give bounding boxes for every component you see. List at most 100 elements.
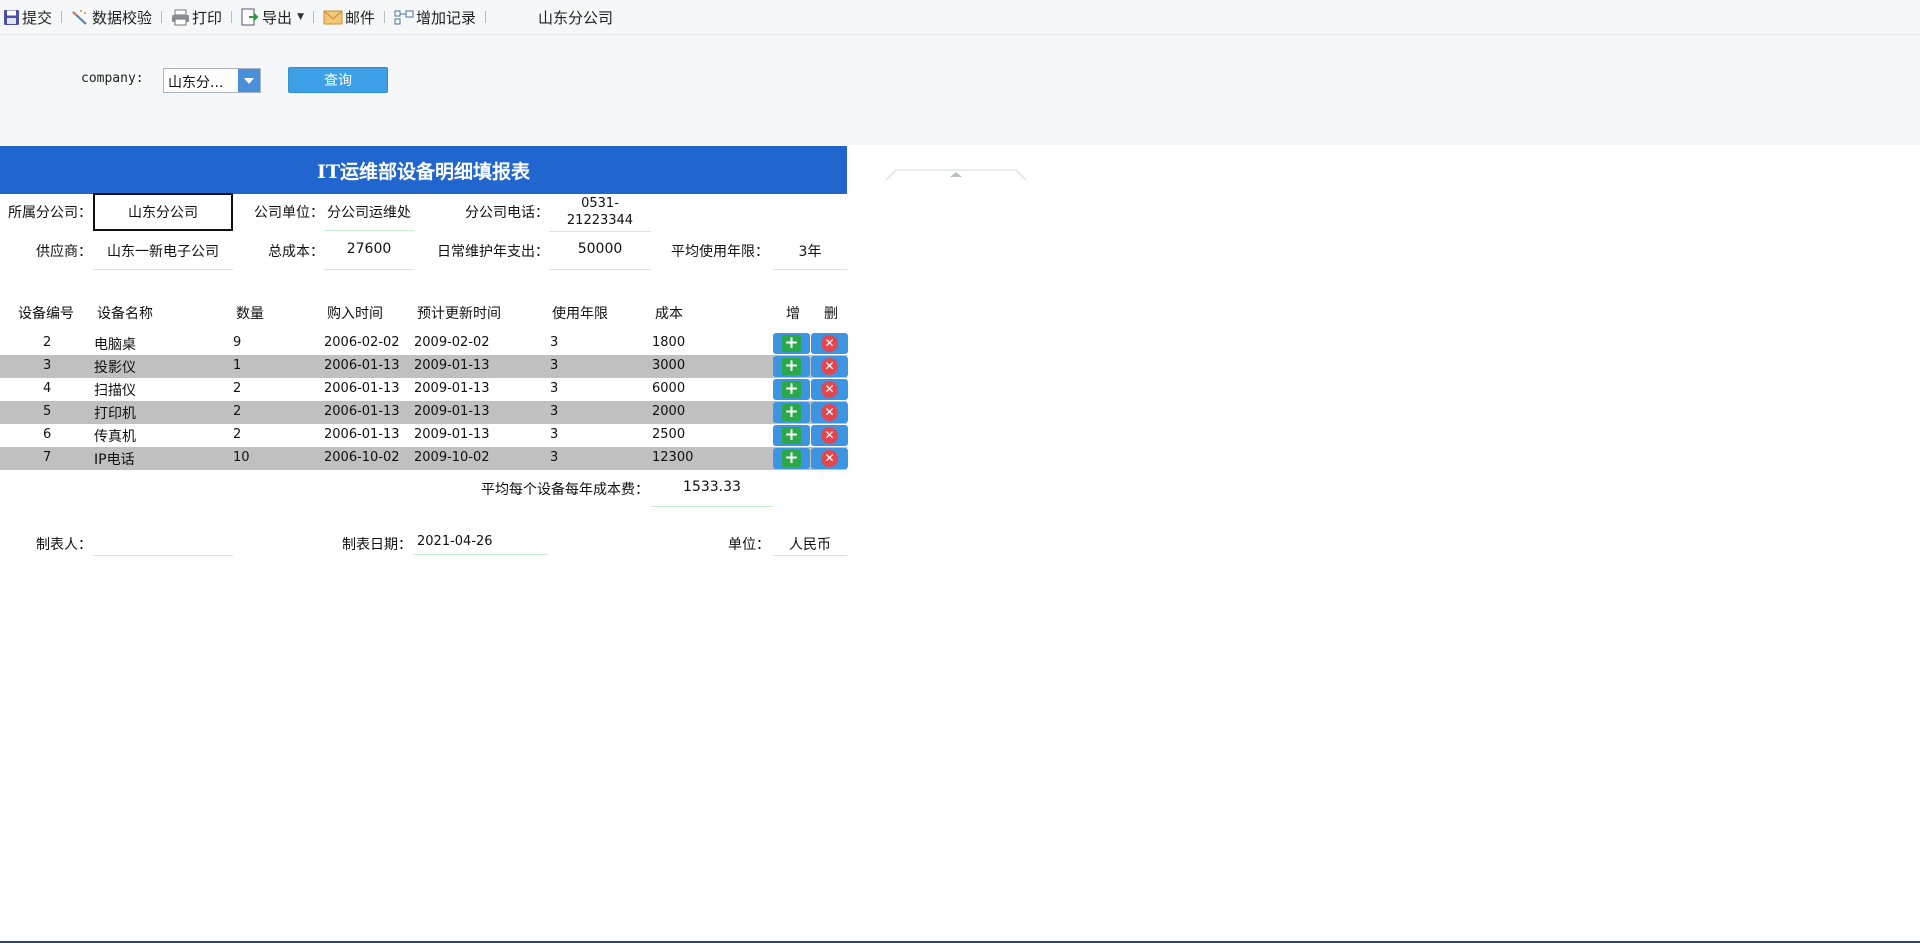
table-row: 6 传真机 2 2006-01-13 2009-01-13 3 2500 + ✕ (0, 424, 848, 447)
avg-years-label: 平均使用年限： (671, 244, 769, 260)
table-row: 4 扫描仪 2 2006-01-13 2009-01-13 3 6000 + ✕ (0, 378, 848, 401)
row-delete-button[interactable]: ✕ (811, 379, 848, 400)
cell-purchase: 2006-01-13 (324, 381, 400, 396)
company-select-value: 山东分... (168, 75, 224, 91)
chevron-down-icon: ▼ (297, 12, 304, 22)
row-add-button[interactable]: + (773, 402, 810, 423)
cell-id: 4 (43, 381, 52, 396)
currency-field[interactable]: 人民币 (773, 534, 847, 556)
row-add-button[interactable]: + (773, 425, 810, 446)
column-header-id: 设备编号 (18, 306, 74, 322)
mail-button[interactable]: 邮件 (320, 6, 378, 28)
avg-cost-label: 平均每个设备每年成本费： (481, 482, 649, 498)
column-header-renew: 预计更新时间 (417, 306, 501, 322)
toolbar: 提交 数据校验 打印 导出 ▼ 邮件 增加记录 山东分公司 (0, 0, 1920, 35)
toolbar-divider (61, 11, 63, 23)
column-header-delete: 删 (824, 306, 838, 322)
report-title: IT运维部设备明细填报表 (0, 146, 847, 194)
cell-qty: 9 (233, 335, 242, 350)
maintenance-field[interactable]: 50000 (549, 241, 651, 270)
plus-icon: + (782, 381, 801, 398)
unit-label: 公司单位： (254, 205, 324, 221)
cell-id: 5 (43, 404, 52, 419)
cell-qty: 2 (233, 381, 242, 396)
cell-cost: 6000 (652, 381, 686, 396)
company-label: company: (81, 71, 144, 86)
toolbar-divider (485, 11, 487, 23)
row-delete-button[interactable]: ✕ (811, 333, 848, 354)
export-button[interactable]: 导出 ▼ (238, 6, 307, 28)
cell-renew: 2009-01-13 (414, 358, 490, 373)
cell-name: 传真机 (94, 429, 136, 445)
cell-years: 3 (550, 358, 559, 373)
cell-years: 3 (550, 381, 559, 396)
cell-years: 3 (550, 404, 559, 419)
print-button[interactable]: 打印 (168, 6, 225, 28)
validate-label: 数据校验 (92, 8, 153, 27)
toolbar-divider (312, 11, 314, 23)
row-delete-button[interactable]: ✕ (811, 425, 848, 446)
cell-purchase: 2006-01-13 (324, 404, 400, 419)
table-row: 5 打印机 2 2006-01-13 2009-01-13 3 2000 + ✕ (0, 401, 848, 424)
cell-years: 3 (550, 450, 559, 465)
table-row: 3 投影仪 1 2006-01-13 2009-01-13 3 3000 + ✕ (0, 355, 848, 378)
add-record-button[interactable]: 增加记录 (391, 6, 479, 28)
row-delete-button[interactable]: ✕ (811, 402, 848, 423)
submit-label: 提交 (22, 8, 53, 27)
cell-renew: 2009-01-13 (414, 381, 490, 396)
cell-name: IP电话 (94, 452, 135, 468)
cell-years: 3 (550, 335, 559, 350)
branch-field[interactable]: 山东分公司 (93, 193, 233, 231)
company-select[interactable]: 山东分... (163, 68, 261, 93)
table-row: 7 IP电话 10 2006-10-02 2009-10-02 3 12300 … (0, 447, 848, 470)
row-delete-button[interactable]: ✕ (811, 448, 848, 469)
supplier-field[interactable]: 山东一新电子公司 (93, 241, 233, 270)
row-add-button[interactable]: + (773, 333, 810, 354)
toolbar-divider (231, 11, 233, 23)
close-icon: ✕ (821, 427, 838, 444)
validate-button[interactable]: 数据校验 (68, 6, 155, 28)
collapse-panel-handle[interactable] (886, 169, 1026, 180)
submit-button[interactable]: 提交 (0, 6, 55, 28)
row-delete-button[interactable]: ✕ (811, 356, 848, 377)
row-add-button[interactable]: + (773, 448, 810, 469)
plus-icon: + (782, 404, 801, 421)
currency-label: 单位： (728, 537, 770, 553)
printer-icon (172, 9, 190, 25)
phone-field[interactable]: 0531-21223344 (549, 195, 651, 232)
add-record-label: 增加记录 (416, 8, 477, 27)
row-add-button[interactable]: + (773, 379, 810, 400)
cell-name: 扫描仪 (94, 383, 136, 399)
print-label: 打印 (192, 8, 223, 27)
column-header-cost: 成本 (655, 306, 683, 322)
total-cost-field[interactable]: 27600 (324, 241, 414, 270)
maker-label: 制表人： (36, 537, 92, 553)
avg-years-field[interactable]: 3年 (773, 241, 847, 270)
row-add-button[interactable]: + (773, 356, 810, 377)
cell-id: 3 (43, 358, 52, 373)
query-button[interactable]: 查询 (288, 67, 388, 93)
avg-cost-field[interactable]: 1533.33 (651, 479, 773, 507)
dropdown-arrow-icon[interactable] (238, 69, 260, 92)
cell-cost: 2500 (652, 427, 686, 442)
mail-icon (323, 10, 343, 24)
maintenance-label: 日常维护年支出： (437, 244, 549, 260)
date-field[interactable]: 2021-04-26 (413, 534, 548, 555)
phone-label: 分公司电话： (465, 205, 549, 221)
plus-icon: + (782, 450, 801, 467)
plus-icon: + (782, 358, 801, 375)
date-label: 制表日期： (342, 537, 412, 553)
unit-field[interactable]: 分公司运维处 (324, 202, 414, 231)
close-icon: ✕ (821, 358, 838, 375)
maker-field[interactable] (93, 534, 233, 556)
cell-name: 投影仪 (94, 360, 136, 376)
cell-purchase: 2006-02-02 (324, 335, 400, 350)
cell-purchase: 2006-01-13 (324, 358, 400, 373)
plus-icon: + (782, 427, 801, 444)
table-row: 2 电脑桌 9 2006-02-02 2009-02-02 3 1800 + ✕ (0, 332, 848, 355)
cell-qty: 1 (233, 358, 242, 373)
export-label: 导出 (262, 8, 293, 27)
column-header-name: 设备名称 (97, 306, 153, 322)
cell-id: 7 (43, 450, 52, 465)
column-header-qty: 数量 (236, 306, 264, 322)
